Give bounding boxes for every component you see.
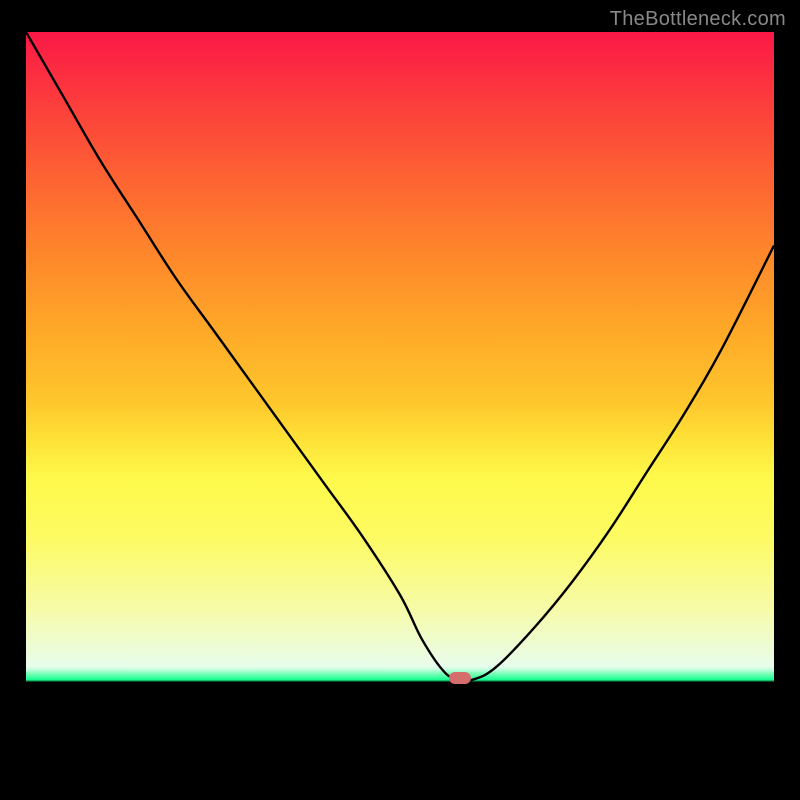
- optimal-marker: [449, 672, 471, 684]
- curve-svg: [26, 32, 774, 774]
- chart-frame: TheBottleneck.com: [0, 0, 800, 800]
- attribution-label: TheBottleneck.com: [610, 8, 786, 31]
- plot-area: [26, 32, 774, 774]
- bottleneck-curve-path: [26, 32, 774, 680]
